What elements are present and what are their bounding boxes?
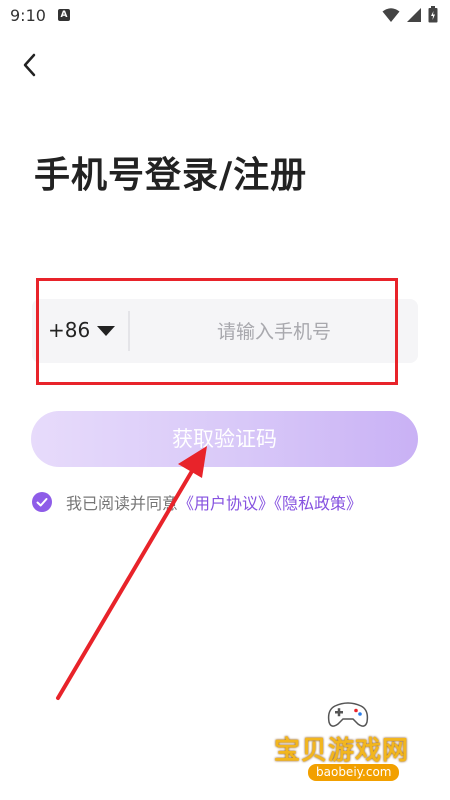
red-arrow-annotation bbox=[56, 446, 207, 700]
chevron-left-icon bbox=[23, 53, 36, 77]
status-bar: 9:10 A bbox=[0, 0, 450, 32]
battery-icon bbox=[428, 6, 438, 23]
agreement-row: 我已阅读并同意《用户协议》《隐私政策》 bbox=[32, 491, 362, 513]
watermark-text: 宝贝游戏网 bbox=[274, 736, 410, 766]
notification-badge: A bbox=[58, 9, 70, 21]
user-agreement-link[interactable]: 《用户协议》 bbox=[178, 494, 274, 513]
checkbox-checked-icon[interactable] bbox=[32, 492, 52, 512]
get-code-button[interactable]: 获取验证码 bbox=[31, 411, 418, 467]
wifi-icon bbox=[382, 7, 400, 22]
highlight-annotation-box bbox=[36, 278, 398, 385]
gamepad-icon bbox=[327, 702, 369, 727]
back-button[interactable] bbox=[16, 50, 46, 80]
status-time: 9:10 bbox=[10, 6, 46, 25]
watermark-logo: 宝贝游戏网 baobeiy.com bbox=[268, 700, 428, 792]
watermark-url: baobeiy.com bbox=[308, 764, 400, 781]
page-title: 手机号登录/注册 bbox=[34, 155, 308, 196]
privacy-policy-link[interactable]: 《隐私政策》 bbox=[274, 494, 362, 513]
status-icons bbox=[382, 6, 438, 23]
agreement-text: 我已阅读并同意《用户协议》《隐私政策》 bbox=[66, 490, 362, 514]
agreement-prefix: 我已阅读并同意 bbox=[66, 494, 179, 513]
signal-icon bbox=[407, 7, 421, 22]
